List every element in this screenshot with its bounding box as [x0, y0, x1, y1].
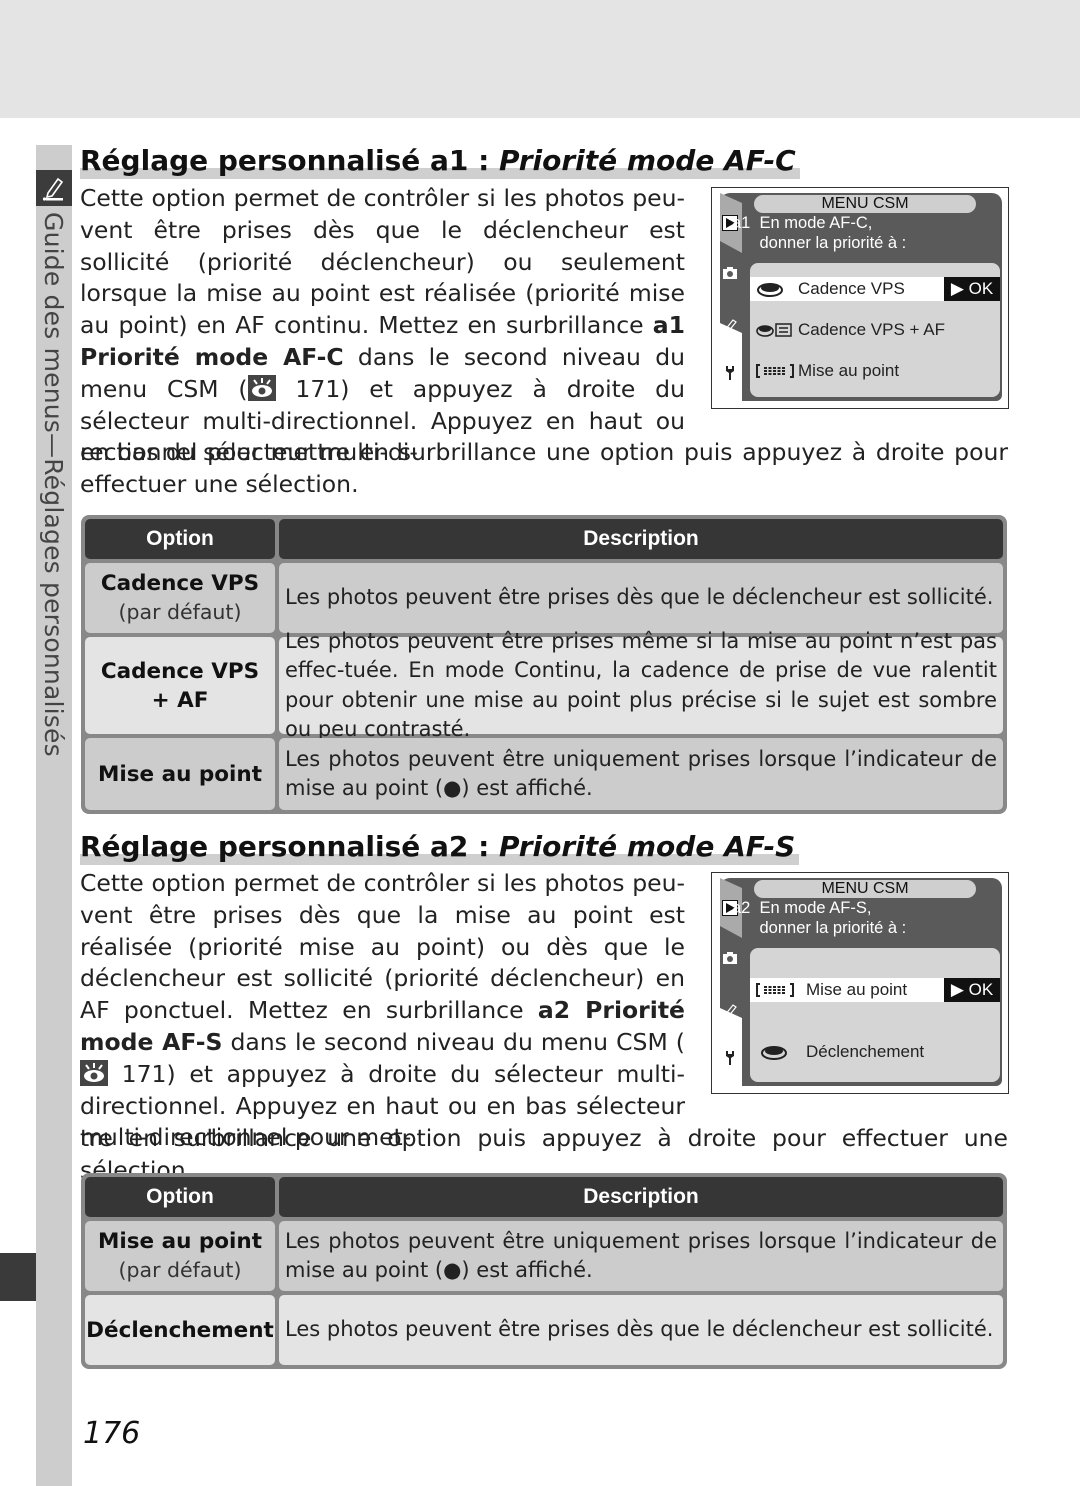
see-page-icon: [80, 1059, 108, 1086]
screen-menu-title: MENU CSM: [754, 880, 976, 898]
wrench-icon: [726, 1051, 734, 1065]
wrench-icon: [726, 366, 734, 380]
section-a2-title: Réglage personnalisé a2 : Priorité mode …: [80, 829, 800, 865]
camera-menu-screen-a1: MENU CSM a1 En mode AF-C, donner la prio…: [711, 187, 1009, 409]
pencil-icon: [724, 319, 737, 333]
section-a1-title: Réglage personnalisé a1 : Priorité mode …: [80, 143, 800, 179]
table-row: Cadence VPS (par défaut) Les photos peuve…: [85, 563, 1003, 633]
table-header-row: Option Description: [85, 1177, 1003, 1217]
table-row: Mise au point (par défaut) Les photos peu…: [85, 1221, 1003, 1291]
screen-option-declenchement[interactable]: Déclenchement: [750, 1040, 1000, 1064]
screen-option-cadence-vps[interactable]: Cadence VPS ▶ OK: [750, 277, 1000, 301]
header-option: Option: [85, 1177, 275, 1217]
ok-indicator: ▶ OK: [944, 978, 1000, 1002]
page-thumb-tab: [0, 1253, 36, 1301]
section-icon-box: [36, 170, 72, 206]
focus-area-icon: [756, 983, 794, 997]
section-a1-paragraph: Cette option permet de contrôler si les …: [80, 184, 686, 467]
pencil-icon: [724, 1004, 737, 1018]
header-description: Description: [279, 1177, 1003, 1217]
table-row: Déclenchement Les photos peuvent être pr…: [85, 1295, 1003, 1365]
section-a1-paragraph-cont: rectionnel pour mettre en surbrillance u…: [80, 438, 1008, 498]
release-button-icon: [761, 1046, 787, 1060]
table-row: Mise au point Les photos peuvent être un…: [85, 738, 1003, 810]
release-button-icon: [757, 283, 783, 297]
page-number: 176: [83, 1416, 141, 1451]
page-header-band: [0, 0, 1080, 118]
options-table-a2: Option Description Mise au point (par déf…: [81, 1173, 1007, 1369]
header-option: Option: [85, 519, 275, 559]
focus-area-icon: [756, 364, 794, 378]
pencil-icon: [42, 177, 64, 201]
release-focus-icon: [756, 323, 792, 337]
header-description: Description: [279, 519, 1003, 559]
camera-icon: [723, 267, 737, 279]
screen-option-mise-au-point[interactable]: Mise au point ▶ OK: [750, 978, 1000, 1002]
side-chapter-label: Guide des menus—Réglages personnalisés: [39, 212, 68, 757]
see-page-icon: [247, 374, 276, 401]
section-a2-paragraph: Cette option permet de contrôler si les …: [80, 869, 685, 1152]
screen-option-mise-au-point[interactable]: Mise au point: [750, 359, 1000, 383]
screen-heading: a2 En mode AF-S, donner la priorité à :: [732, 899, 907, 937]
options-table-a1: Option Description Cadence VPS (par défau…: [81, 515, 1007, 814]
screen-option-cadence-vps-af[interactable]: Cadence VPS + AF: [750, 318, 1000, 342]
screen-heading: a1 En mode AF-C, donner la priorité à :: [732, 214, 907, 252]
table-row: Cadence VPS + AF Les photos peuvent être …: [85, 629, 1003, 741]
screen-menu-title: MENU CSM: [754, 195, 976, 213]
camera-menu-screen-a2: MENU CSM a2 En mode AF-S, donner la prio…: [711, 872, 1009, 1094]
ok-indicator: ▶ OK: [944, 277, 1000, 301]
camera-icon: [723, 952, 737, 964]
table-header-row: Option Description: [85, 519, 1003, 559]
